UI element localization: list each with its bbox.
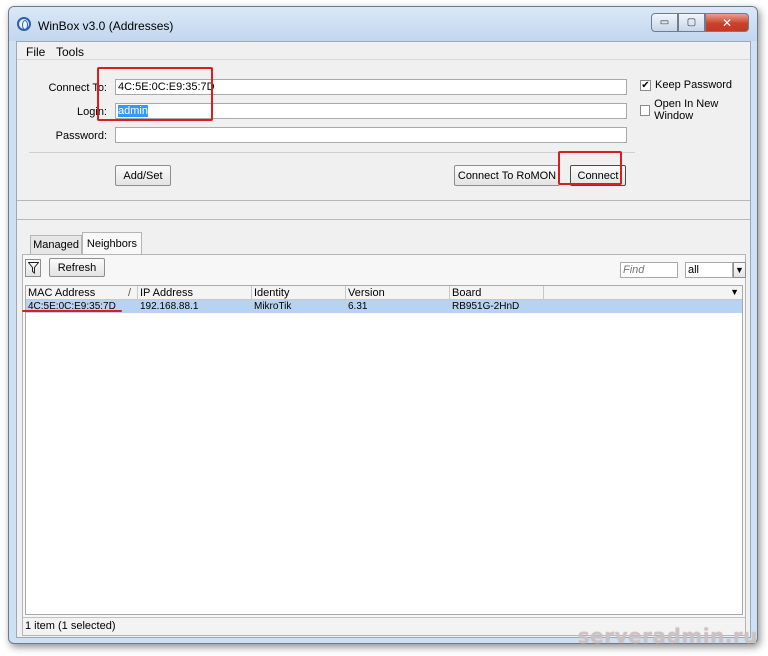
neighbors-panel: Refresh all ▼ MAC Address / IP Address I… bbox=[22, 254, 746, 636]
minimize-button[interactable]: ▭ bbox=[651, 13, 678, 32]
scope-value: all bbox=[688, 264, 700, 276]
new-window-option[interactable]: Open In New Window bbox=[640, 98, 750, 122]
window-title: WinBox v3.0 (Addresses) bbox=[38, 19, 174, 33]
menu-file[interactable]: File bbox=[26, 45, 45, 59]
tab-managed[interactable]: Managed bbox=[30, 235, 82, 254]
neighbors-table: MAC Address / IP Address Identity Versio… bbox=[25, 285, 743, 615]
scope-dropdown-button[interactable]: ▼ bbox=[733, 262, 746, 278]
col-version[interactable]: Version bbox=[346, 286, 450, 300]
client-area: File Tools Connect To: 4C:5E:0C:E9:35:7D… bbox=[16, 41, 751, 638]
minimize-icon: ▭ bbox=[659, 17, 670, 28]
winbox-app-icon bbox=[17, 17, 31, 31]
sort-indicator-icon: / bbox=[127, 287, 131, 299]
login-label: Login: bbox=[77, 106, 107, 118]
keep-password-label: Keep Password bbox=[655, 79, 733, 91]
col-identity[interactable]: Identity bbox=[252, 286, 346, 300]
check-icon: ✔ bbox=[641, 79, 650, 91]
refresh-button[interactable]: Refresh bbox=[49, 258, 105, 277]
scope-select[interactable]: all bbox=[685, 262, 733, 278]
chevron-down-icon: ▼ bbox=[735, 265, 744, 275]
add-set-button[interactable]: Add/Set bbox=[115, 165, 171, 186]
column-menu-icon[interactable]: ▼ bbox=[730, 287, 739, 297]
cell-ip: 192.168.88.1 bbox=[140, 301, 199, 312]
maximize-icon: ▢ bbox=[686, 17, 697, 28]
title-bar[interactable]: WinBox v3.0 (Addresses) ▭ ▢ ✕ bbox=[9, 7, 757, 41]
close-icon: ✕ bbox=[721, 15, 733, 30]
watermark-text: serveradmin.ru bbox=[577, 624, 758, 648]
maximize-button[interactable]: ▢ bbox=[678, 13, 705, 32]
highlight-mac-underline bbox=[22, 310, 122, 312]
connect-to-label: Connect To: bbox=[48, 82, 107, 94]
funnel-icon bbox=[27, 262, 39, 274]
form-separator bbox=[29, 152, 635, 153]
table-row[interactable]: 4C:5E:0C:E9:35:7D 192.168.88.1 MikroTik … bbox=[26, 300, 742, 313]
window-controls: ▭ ▢ ✕ bbox=[651, 13, 749, 32]
new-window-checkbox[interactable] bbox=[640, 104, 651, 116]
cell-version: 6.31 bbox=[348, 301, 368, 312]
menu-bar: File Tools bbox=[17, 42, 750, 60]
password-label: Password: bbox=[55, 130, 107, 142]
cell-board: RB951G-2HnD bbox=[452, 301, 520, 312]
col-mac-address[interactable]: MAC Address / bbox=[26, 286, 138, 300]
col-board[interactable]: Board bbox=[450, 286, 544, 300]
col-mac-label: MAC Address bbox=[28, 287, 96, 299]
cell-identity: MikroTik bbox=[254, 301, 292, 312]
table-header: MAC Address / IP Address Identity Versio… bbox=[26, 286, 742, 300]
password-input[interactable] bbox=[115, 127, 627, 143]
filter-button[interactable] bbox=[25, 259, 41, 277]
new-window-label: Open In New Window bbox=[654, 98, 719, 122]
menu-tools[interactable]: Tools bbox=[56, 45, 84, 59]
highlight-credentials-box bbox=[97, 67, 213, 121]
message-strip bbox=[17, 200, 750, 220]
highlight-connect-box bbox=[558, 151, 622, 185]
col-ip-address[interactable]: IP Address bbox=[138, 286, 252, 300]
keep-password-checkbox[interactable]: ✔ bbox=[640, 79, 651, 91]
close-button[interactable]: ✕ bbox=[705, 13, 749, 32]
status-text: 1 item (1 selected) bbox=[25, 620, 116, 632]
tab-neighbors[interactable]: Neighbors bbox=[82, 232, 142, 254]
find-input[interactable] bbox=[620, 262, 678, 278]
keep-password-option[interactable]: ✔ Keep Password bbox=[640, 79, 732, 91]
connect-romon-button[interactable]: Connect To RoMON bbox=[454, 165, 560, 186]
